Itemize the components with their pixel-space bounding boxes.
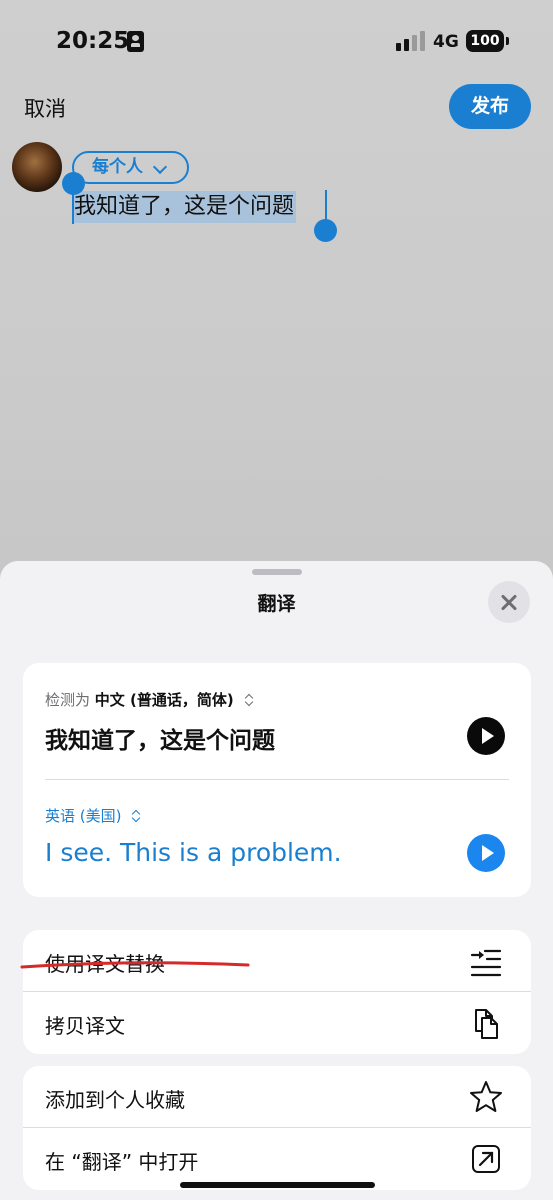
home-indicator[interactable] (180, 1182, 375, 1188)
battery-icon: 100 (466, 30, 509, 52)
close-icon[interactable] (488, 581, 530, 623)
source-language: 中文 (普通话，简体) (94, 691, 234, 709)
selection-handle-start[interactable] (62, 172, 85, 195)
translation-card: 检测为 中文 (普通话，简体) 我知道了，这是个问题 英语 (美国) I see… (23, 663, 531, 897)
contact-card-icon (127, 31, 144, 52)
source-text: 我知道了，这是个问题 (45, 728, 275, 754)
network-type: 4G (433, 32, 459, 52)
copy-translation-button[interactable]: 拷贝译文 (23, 992, 531, 1054)
red-underline-annotation (20, 961, 250, 969)
translate-sheet: 翻译 检测为 中文 (普通话，简体) 我知道了，这是个问题 英语 (美国) I … (0, 561, 553, 1200)
divider (45, 779, 509, 780)
compose-background: 20:25 4G 100 取消 发布 每个人 我知道了，这是个问题 (0, 0, 553, 600)
open-external-icon (472, 1145, 500, 1173)
replace-icon (470, 949, 502, 977)
add-to-favorites-button[interactable]: 添加到个人收藏 (23, 1066, 531, 1128)
detect-prefix: 检测为 (45, 691, 91, 709)
source-language-selector[interactable]: 检测为 中文 (普通话，简体) (45, 689, 254, 710)
chevron-down-icon (152, 159, 168, 175)
target-language-selector[interactable]: 英语 (美国) (45, 805, 141, 826)
action-label: 拷贝译文 (45, 1014, 125, 1038)
play-translation-icon[interactable] (467, 834, 505, 872)
status-bar: 20:25 4G 100 (0, 0, 553, 80)
selection-caret-start (72, 190, 74, 224)
star-icon (470, 1081, 502, 1112)
copy-icon (475, 1009, 498, 1039)
status-time: 20:25 (56, 28, 130, 54)
cancel-button[interactable]: 取消 (24, 93, 66, 123)
action-label: 在 “翻译” 中打开 (45, 1150, 199, 1174)
audience-selector[interactable]: 每个人 (72, 151, 189, 184)
signal-strength-icon (396, 31, 426, 51)
selection-handle-end[interactable] (314, 219, 337, 242)
actions-group-1: 使用译文替换 拷贝译文 (23, 930, 531, 1054)
play-source-icon[interactable] (467, 717, 505, 755)
target-language: 英语 (美国) (45, 807, 122, 825)
translated-text: I see. This is a problem. (45, 838, 342, 867)
avatar[interactable] (12, 142, 62, 192)
publish-button[interactable]: 发布 (449, 84, 531, 129)
action-label: 添加到个人收藏 (45, 1088, 185, 1112)
post-text-selection[interactable]: 我知道了，这是个问题 (72, 191, 297, 223)
chevron-updown-icon (244, 693, 254, 707)
audience-label: 每个人 (92, 157, 143, 177)
sheet-grabber[interactable] (252, 569, 302, 575)
open-in-translate-button[interactable]: 在 “翻译” 中打开 (23, 1128, 531, 1190)
sheet-title: 翻译 (257, 593, 296, 615)
actions-group-2: 添加到个人收藏 在 “翻译” 中打开 (23, 1066, 531, 1190)
chevron-updown-icon (131, 809, 141, 823)
